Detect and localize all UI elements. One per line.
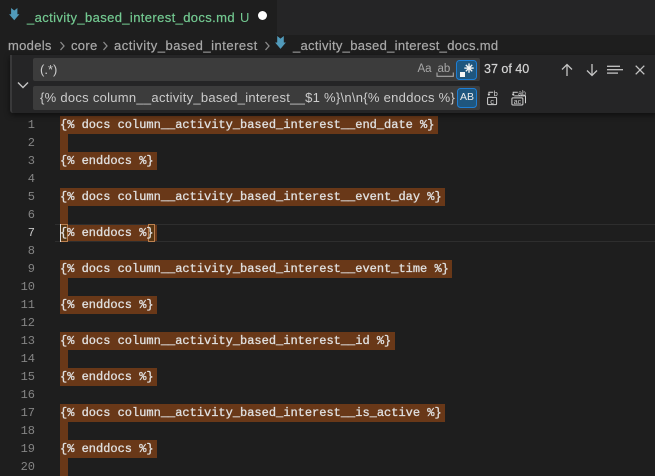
svg-text:ab: ab — [518, 91, 526, 98]
svg-text:ac: ac — [514, 99, 522, 106]
svg-text:b: b — [494, 90, 498, 98]
svg-text:c: c — [490, 97, 494, 106]
